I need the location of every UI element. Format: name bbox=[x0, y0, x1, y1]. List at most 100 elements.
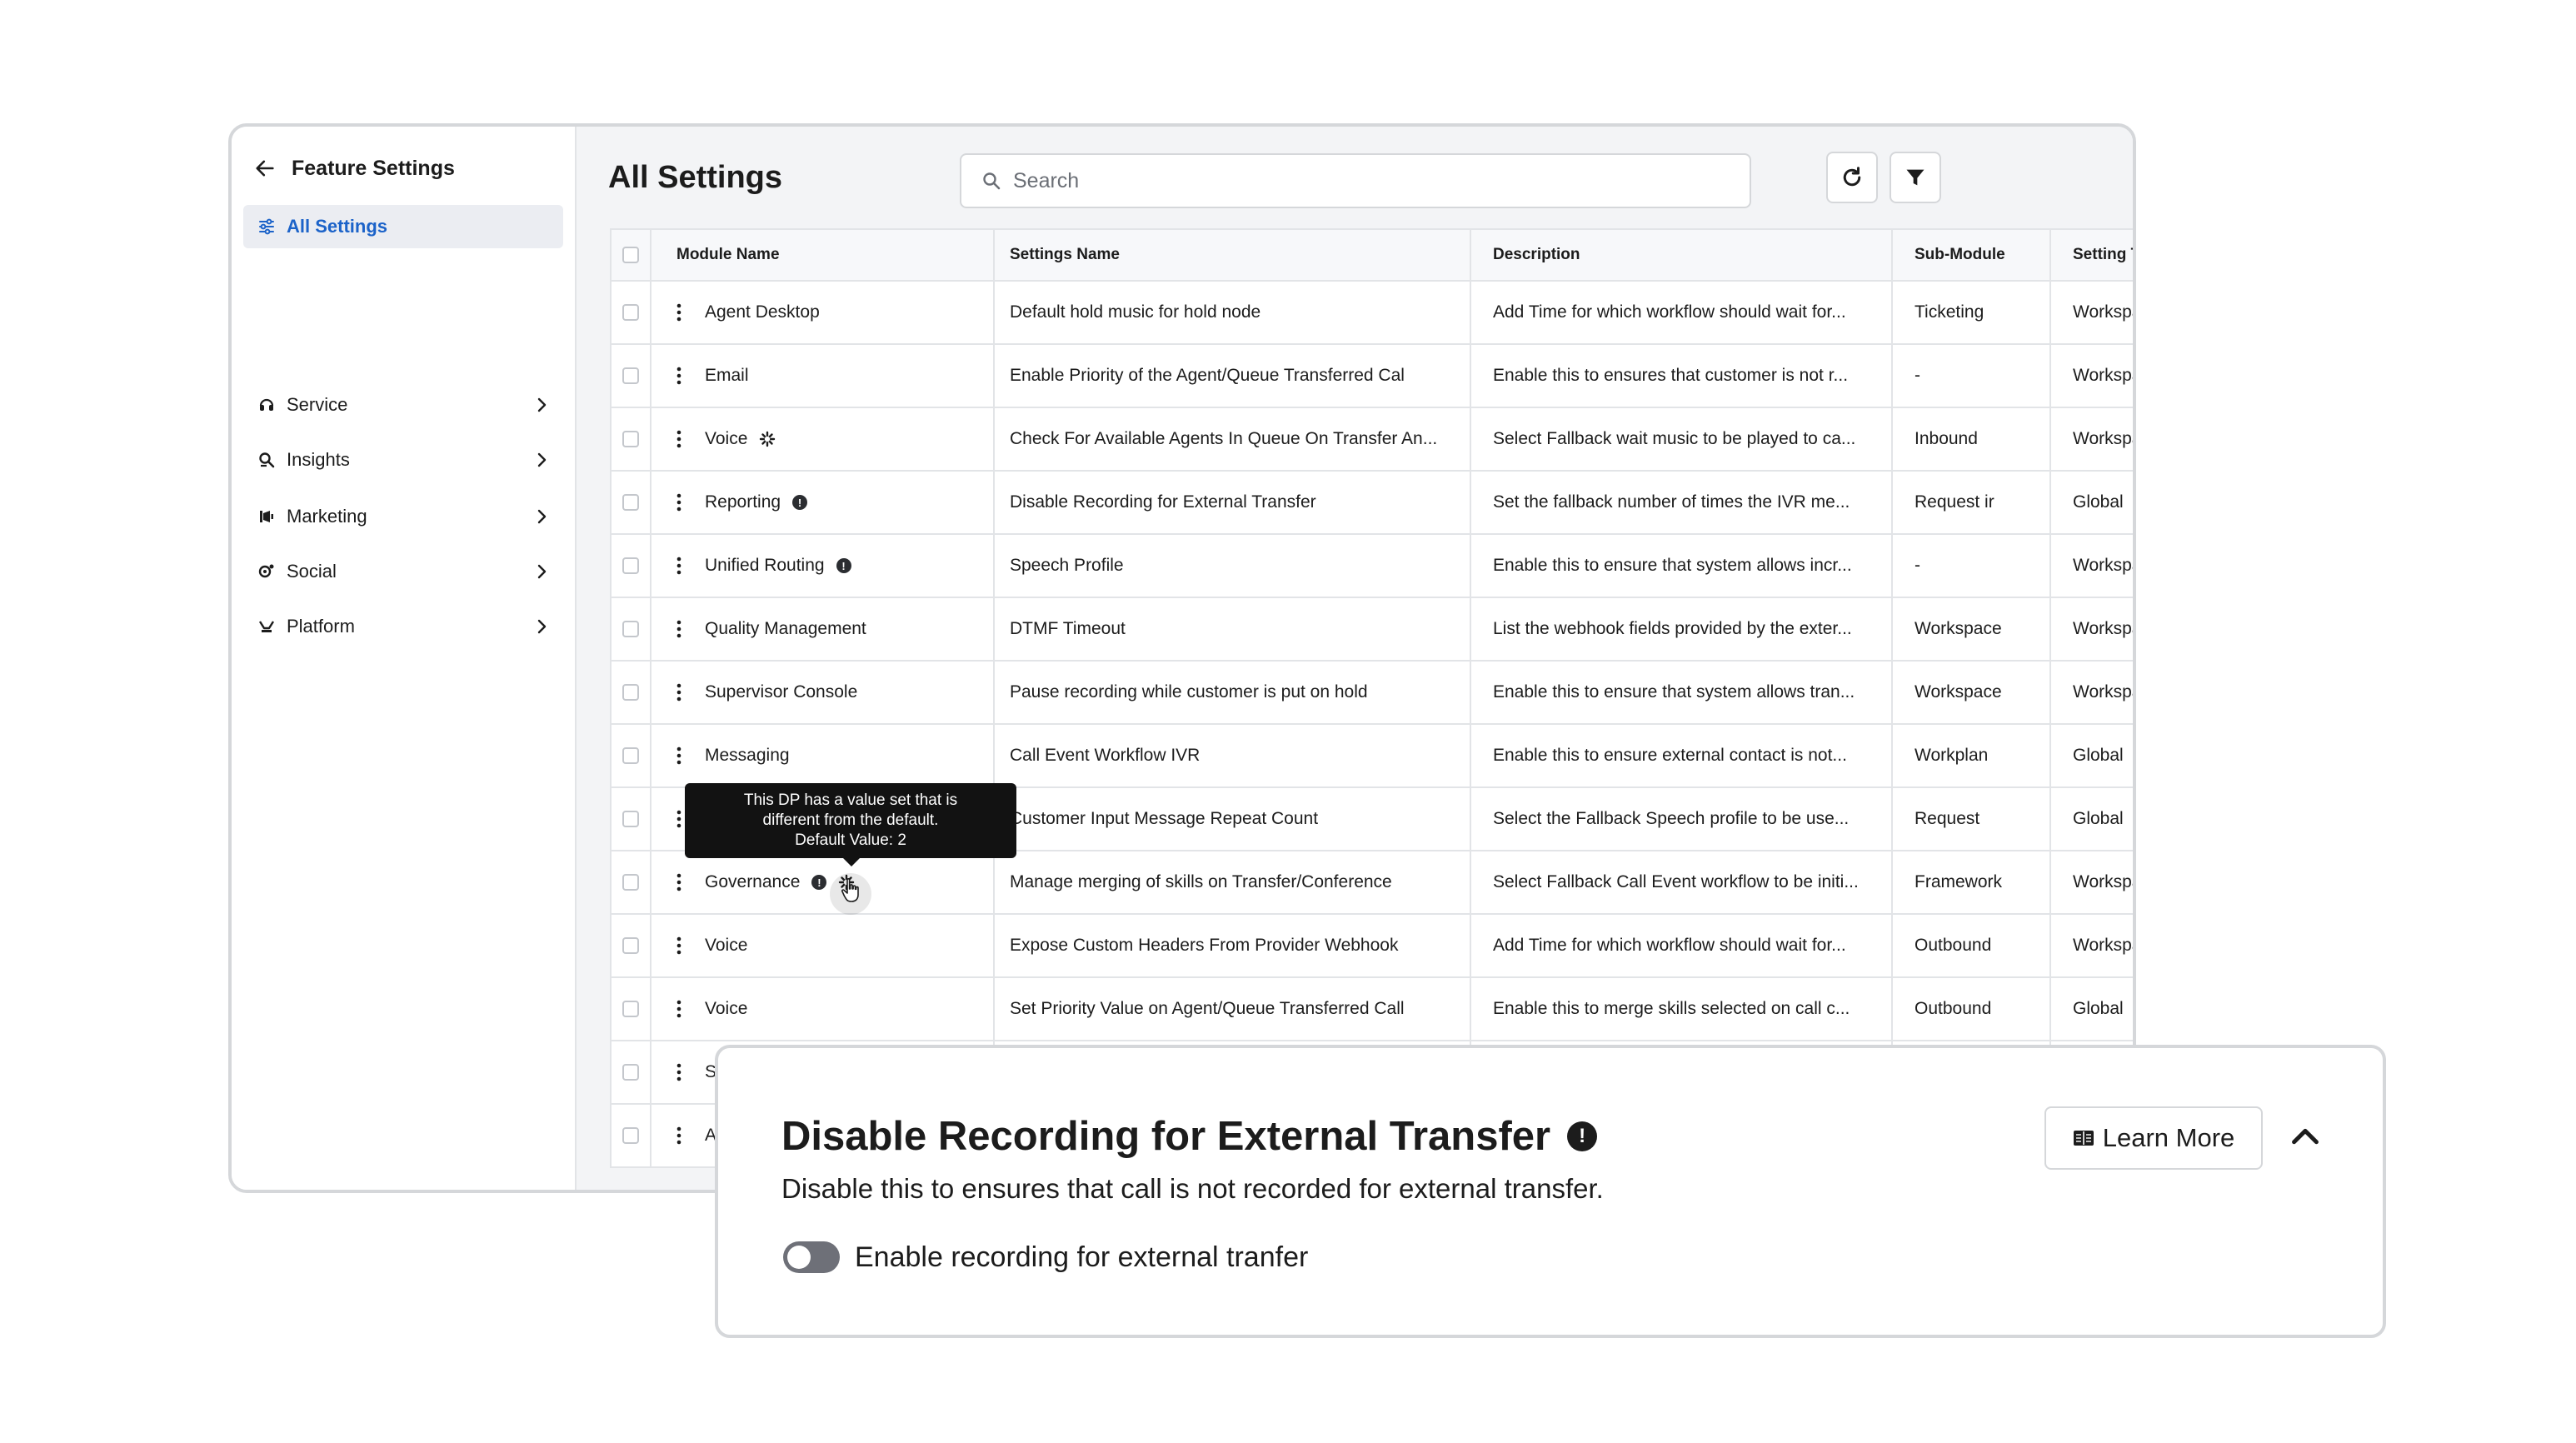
header-settings-name[interactable]: Settings Name bbox=[995, 230, 1471, 280]
sidebar-item-label: Service bbox=[287, 394, 348, 415]
row-checkbox[interactable] bbox=[622, 1127, 639, 1144]
back-arrow-icon[interactable] bbox=[253, 157, 277, 180]
header-setting-type[interactable]: Setting Type bbox=[2051, 230, 2133, 280]
kebab-menu-icon[interactable] bbox=[676, 1126, 681, 1145]
kebab-menu-icon[interactable] bbox=[676, 493, 681, 512]
sidebar-item-label: All Settings bbox=[287, 216, 388, 237]
description-cell: Enable this to ensure that system allows… bbox=[1471, 535, 1893, 597]
settings-name-cell: Expose Custom Headers From Provider Webh… bbox=[995, 915, 1471, 976]
settings-name-cell: Manage merging of skills on Transfer/Con… bbox=[995, 851, 1471, 913]
setting-type-cell: Workspace bbox=[2073, 936, 2133, 955]
row-checkbox[interactable] bbox=[622, 431, 639, 447]
row-checkbox[interactable] bbox=[622, 1064, 639, 1081]
filter-icon bbox=[1906, 169, 1925, 186]
module-name-cell: Messaging bbox=[651, 725, 995, 786]
settings-table: Module Name Settings Name Description Su… bbox=[610, 228, 2133, 1168]
module-name: Messaging bbox=[705, 746, 790, 765]
sidebar-item-insights[interactable]: Insights bbox=[243, 437, 563, 483]
table-row[interactable]: Unified Routing! Speech Profile Enable thi… bbox=[612, 535, 2133, 598]
module-name: Quality Management bbox=[705, 619, 866, 638]
chevron-right-icon bbox=[537, 564, 547, 579]
table-row[interactable]: Quality Management DTMF Timeout List the w… bbox=[612, 598, 2133, 662]
sidebar-item-service[interactable]: Service bbox=[243, 382, 563, 428]
setting-type-cell: Global bbox=[2073, 746, 2124, 765]
row-checkbox[interactable] bbox=[622, 811, 639, 827]
description-cell: List the webhook fields provided by the … bbox=[1471, 598, 1893, 660]
kebab-menu-icon[interactable] bbox=[676, 683, 681, 702]
sidebar-item-platform[interactable]: Platform bbox=[243, 603, 563, 650]
table-row[interactable]: Messaging Call Event Workflow IVR Enable t… bbox=[612, 725, 2133, 788]
setting-type-cell: Workspace bbox=[2073, 429, 2133, 448]
info-icon[interactable]: ! bbox=[836, 558, 851, 573]
search-input[interactable]: Search bbox=[960, 153, 1751, 208]
kebab-menu-icon[interactable] bbox=[676, 746, 681, 765]
recording-toggle[interactable] bbox=[783, 1241, 840, 1273]
header-sub-module[interactable]: Sub-Module bbox=[1893, 230, 2051, 280]
row-checkbox[interactable] bbox=[622, 304, 639, 321]
table-row[interactable]: Voice Set Priority Value on Agent/Queue T… bbox=[612, 978, 2133, 1041]
kebab-menu-icon[interactable] bbox=[676, 1063, 681, 1081]
custom-value-icon[interactable] bbox=[759, 431, 776, 447]
refresh-button[interactable] bbox=[1826, 152, 1878, 203]
table-row[interactable]: Email Enable Priority of the Agent/Queue … bbox=[612, 345, 2133, 408]
chevron-right-icon bbox=[537, 397, 547, 412]
setting-type-cell: Workspace bbox=[2073, 619, 2133, 638]
row-select-cell bbox=[612, 345, 651, 407]
kebab-menu-icon[interactable] bbox=[676, 873, 681, 891]
sidebar-item-all-settings[interactable]: All Settings bbox=[243, 205, 563, 248]
sidebar-title: Feature Settings bbox=[292, 156, 455, 180]
settings-name-cell: Pause recording while customer is put on… bbox=[995, 662, 1471, 723]
kebab-menu-icon[interactable] bbox=[676, 1000, 681, 1018]
row-select-cell bbox=[612, 1041, 651, 1103]
setting-type-cell: Workspace bbox=[2073, 682, 2133, 702]
module-name: Governance bbox=[705, 872, 801, 891]
table-row[interactable]: Voice Check For Available Agents In Queue… bbox=[612, 408, 2133, 472]
learn-more-button[interactable]: Learn More bbox=[2044, 1106, 2263, 1170]
row-checkbox[interactable] bbox=[622, 874, 639, 891]
kebab-menu-icon[interactable] bbox=[676, 810, 681, 828]
sub-module-cell: - bbox=[1893, 535, 2051, 597]
learn-more-label: Learn More bbox=[2102, 1123, 2235, 1152]
sidebar-item-marketing[interactable]: Marketing bbox=[243, 493, 563, 540]
kebab-menu-icon[interactable] bbox=[676, 620, 681, 638]
table-row[interactable]: Reporting! Disable Recording for External… bbox=[612, 472, 2133, 535]
row-checkbox[interactable] bbox=[622, 747, 639, 764]
sidebar-item-label: Social bbox=[287, 561, 337, 582]
row-checkbox[interactable] bbox=[622, 621, 639, 637]
row-checkbox[interactable] bbox=[622, 684, 639, 701]
hand-cursor-icon bbox=[841, 878, 859, 902]
description-cell: Select Fallback wait music to be played … bbox=[1471, 408, 1893, 470]
kebab-menu-icon[interactable] bbox=[676, 367, 681, 385]
row-checkbox[interactable] bbox=[622, 937, 639, 954]
description-cell: Select the Fallback Speech profile to be… bbox=[1471, 788, 1893, 850]
info-icon[interactable]: ! bbox=[1567, 1121, 1598, 1151]
header-module-name[interactable]: Module Name bbox=[651, 230, 995, 280]
chevron-up-icon[interactable] bbox=[2286, 1118, 2324, 1156]
info-icon[interactable]: ! bbox=[811, 875, 827, 890]
insights-icon bbox=[259, 452, 275, 468]
row-checkbox[interactable] bbox=[622, 494, 639, 511]
module-name-cell: Reporting! bbox=[651, 472, 995, 533]
select-all-checkbox[interactable] bbox=[622, 247, 639, 263]
kebab-menu-icon[interactable] bbox=[676, 557, 681, 575]
table-row[interactable]: Agent Desktop Default hold music for hold… bbox=[612, 282, 2133, 345]
table-row[interactable]: Voice Expose Custom Headers From Provider… bbox=[612, 915, 2133, 978]
filter-button[interactable] bbox=[1890, 152, 1941, 203]
main-content: All Settings Search Module Name Settings… bbox=[577, 127, 2133, 1190]
row-checkbox[interactable] bbox=[622, 557, 639, 574]
kebab-menu-icon[interactable] bbox=[676, 430, 681, 448]
sub-module-cell: Outbound bbox=[1893, 978, 2051, 1040]
chevron-right-icon bbox=[537, 509, 547, 524]
row-checkbox[interactable] bbox=[622, 1001, 639, 1017]
sub-module-cell: Workplan bbox=[1893, 725, 2051, 786]
kebab-menu-icon[interactable] bbox=[676, 936, 681, 955]
description-cell: Select Fallback Call Event workflow to b… bbox=[1471, 851, 1893, 913]
sidebar-item-social[interactable]: Social bbox=[243, 548, 563, 595]
setting-type-cell: Workspace bbox=[2073, 556, 2133, 575]
header-description[interactable]: Description bbox=[1471, 230, 1893, 280]
table-row[interactable]: Supervisor Console Pause recording while … bbox=[612, 662, 2133, 725]
info-icon[interactable]: ! bbox=[792, 495, 808, 510]
row-checkbox[interactable] bbox=[622, 367, 639, 384]
module-name-cell: Voice bbox=[651, 978, 995, 1040]
kebab-menu-icon[interactable] bbox=[676, 303, 681, 322]
